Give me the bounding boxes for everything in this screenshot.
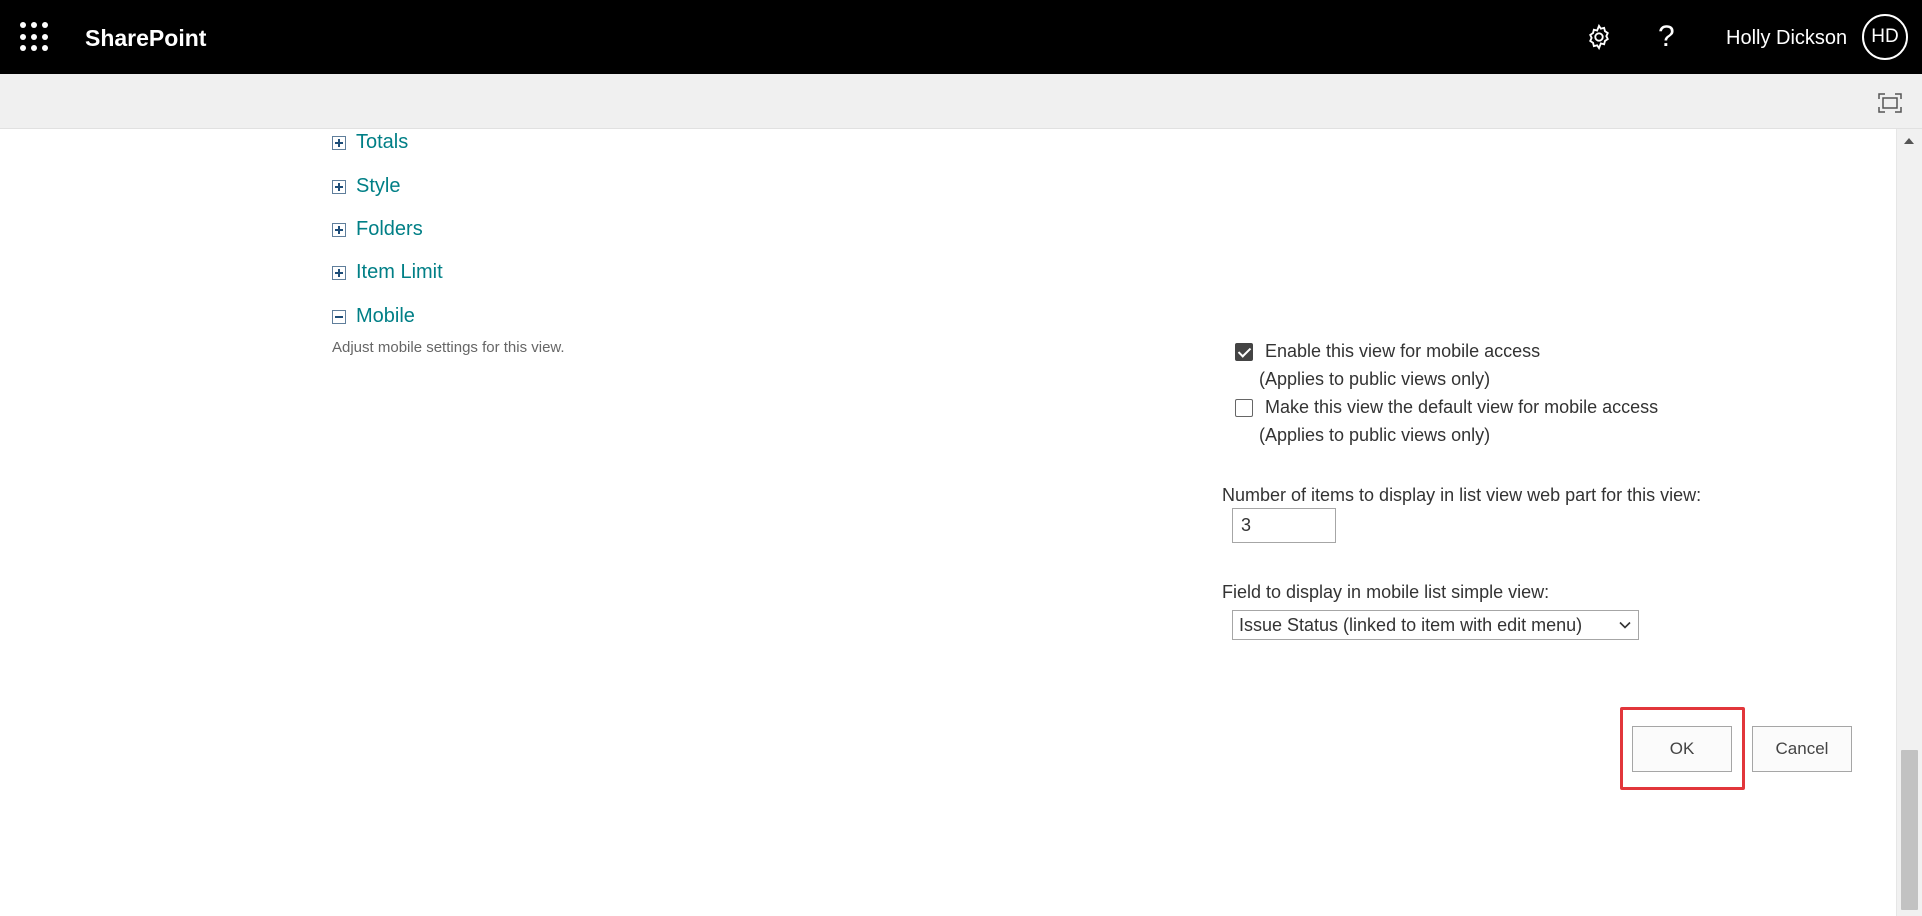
gear-icon[interactable]: [1585, 23, 1613, 51]
enable-mobile-label[interactable]: Enable this view for mobile access: [1265, 341, 1540, 362]
section-mobile[interactable]: Mobile: [332, 305, 415, 328]
command-bar: [0, 74, 1922, 129]
mobile-field-label: Field to display in mobile list simple v…: [1222, 582, 1550, 602]
expand-icon[interactable]: [332, 265, 346, 280]
scrollbar[interactable]: [1896, 129, 1922, 916]
default-mobile-label[interactable]: Make this view the default view for mobi…: [1265, 397, 1658, 418]
suite-bar: SharePoint ? Holly Dickson HD: [0, 0, 1922, 74]
section-style[interactable]: Style: [332, 175, 400, 198]
section-label[interactable]: Folders: [356, 218, 423, 241]
enable-mobile-note: (Applies to public views only): [1259, 369, 1491, 389]
items-count-label: Number of items to display in list view …: [1222, 485, 1702, 505]
user-name[interactable]: Holly Dickson: [1726, 27, 1847, 50]
app-launcher-icon[interactable]: [20, 22, 50, 52]
default-mobile-checkbox[interactable]: [1235, 398, 1253, 417]
expand-icon[interactable]: [332, 179, 346, 194]
collapse-icon[interactable]: [332, 309, 346, 324]
help-icon[interactable]: ?: [1658, 20, 1675, 54]
default-mobile-option[interactable]: Make this view the default view for mobi…: [1235, 397, 1658, 418]
section-label[interactable]: Mobile: [356, 305, 415, 328]
section-label[interactable]: Totals: [356, 131, 408, 154]
expand-icon[interactable]: [332, 222, 346, 237]
section-label[interactable]: Item Limit: [356, 261, 443, 284]
scroll-thumb[interactable]: [1901, 750, 1918, 910]
section-label[interactable]: Style: [356, 175, 400, 198]
section-item-limit[interactable]: Item Limit: [332, 261, 443, 284]
enable-mobile-option[interactable]: Enable this view for mobile access: [1235, 341, 1540, 362]
chevron-down-icon[interactable]: [1618, 618, 1632, 632]
mobile-field-select[interactable]: Issue Status (linked to item with edit m…: [1232, 610, 1639, 640]
expand-icon[interactable]: [332, 135, 346, 150]
section-folders[interactable]: Folders: [332, 218, 423, 241]
items-count-input[interactable]: [1232, 508, 1336, 543]
view-settings-form: Totals Style Folders Item Limit Mobile A…: [0, 129, 1896, 916]
scroll-up-arrow-icon[interactable]: [1902, 135, 1916, 147]
ok-button[interactable]: OK: [1632, 726, 1732, 772]
default-mobile-note: (Applies to public views only): [1259, 425, 1491, 445]
cancel-button[interactable]: Cancel: [1752, 726, 1852, 772]
section-totals[interactable]: Totals: [332, 131, 408, 154]
focus-mode-icon[interactable]: [1878, 93, 1902, 113]
avatar[interactable]: HD: [1862, 14, 1908, 60]
app-name[interactable]: SharePoint: [85, 25, 206, 52]
section-description: Adjust mobile settings for this view.: [332, 339, 565, 356]
enable-mobile-checkbox[interactable]: [1235, 342, 1253, 361]
mobile-field-value[interactable]: Issue Status (linked to item with edit m…: [1239, 615, 1618, 636]
